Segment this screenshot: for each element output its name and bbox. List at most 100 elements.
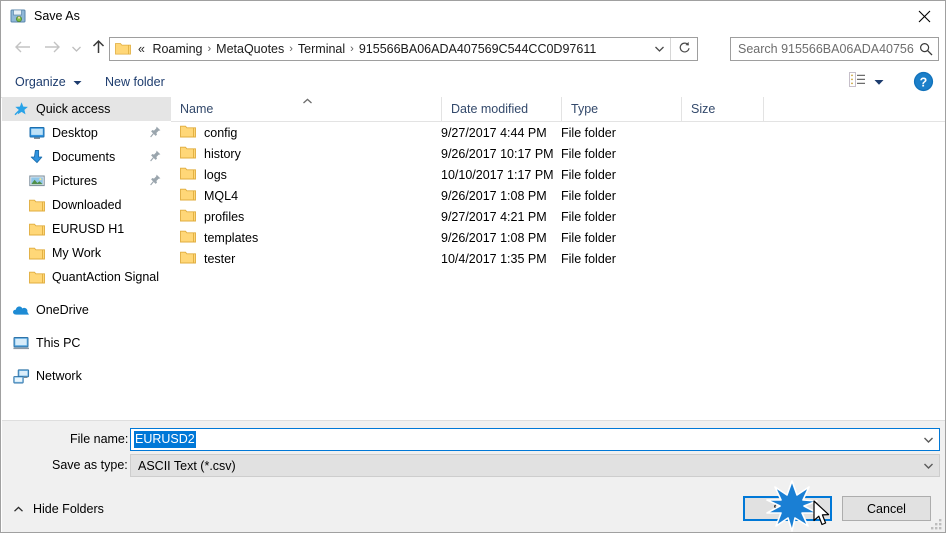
pin-icon[interactable] <box>150 126 161 141</box>
back-button[interactable] <box>9 35 35 63</box>
sidebar-item-eurusd-h1[interactable]: EURUSD H1 <box>2 217 171 241</box>
table-row[interactable]: tester 10/4/2017 1:35 PM File folder <box>171 248 945 269</box>
folder-icon <box>115 41 131 58</box>
table-row[interactable]: MQL4 9/26/2017 1:08 PM File folder <box>171 185 945 206</box>
column-header-name[interactable]: Name <box>171 97 441 121</box>
breadcrumb-item-roaming[interactable]: Roaming <box>148 40 206 58</box>
pin-icon[interactable] <box>150 174 161 189</box>
column-header-row: Name Date modified Type Size <box>171 97 945 122</box>
search-box[interactable]: Search 915566BA06ADA40756... <box>730 37 939 61</box>
folder-icon <box>28 244 46 262</box>
forward-button[interactable] <box>39 35 65 63</box>
sidebar-item-label: Downloaded <box>52 198 122 212</box>
sidebar-item-desktop[interactable]: Desktop <box>2 121 171 145</box>
sidebar-group-spacer <box>2 289 171 298</box>
sidebar-item-network[interactable]: Network <box>2 364 171 388</box>
file-date-cell: 9/27/2017 4:21 PM <box>441 209 547 224</box>
folder-icon <box>28 196 46 214</box>
command-bar: Organize New folder ? <box>1 67 945 98</box>
sidebar-item-downloaded[interactable]: Downloaded <box>2 193 171 217</box>
address-bar[interactable]: « Roaming › MetaQuotes › Terminal › 9155… <box>109 37 698 61</box>
sidebar-item-label: Network <box>36 369 82 383</box>
breadcrumb-overflow[interactable]: « <box>134 42 148 56</box>
navigation-pane: Quick access Desktop Documents Pictures Down… <box>2 97 172 420</box>
sidebar-item-onedrive[interactable]: OneDrive <box>2 298 171 322</box>
organize-button[interactable]: Organize <box>15 72 82 92</box>
organize-label: Organize <box>15 75 66 89</box>
hide-folders-label: Hide Folders <box>33 502 104 516</box>
file-type-cell: File folder <box>561 209 616 224</box>
table-row[interactable]: logs 10/10/2017 1:17 PM File folder <box>171 164 945 185</box>
save-button[interactable]: Save <box>743 496 832 521</box>
sidebar-item-label: OneDrive <box>36 303 89 317</box>
file-name-cell: logs <box>180 164 227 185</box>
new-folder-button[interactable]: New folder <box>105 72 165 92</box>
save-as-type-select[interactable]: ASCII Text (*.csv) <box>130 454 940 477</box>
column-label: Date modified <box>451 102 529 116</box>
network-icon <box>12 367 30 385</box>
search-input[interactable]: Search 915566BA06ADA40756... <box>731 42 914 56</box>
column-label: Name <box>180 102 214 116</box>
hide-folders-button[interactable]: Hide Folders <box>13 502 104 516</box>
title-bar: Save As <box>1 1 945 32</box>
sidebar-item-pictures[interactable]: Pictures <box>2 169 171 193</box>
sidebar-item-quantaction-signal[interactable]: QuantAction Signal <box>2 265 171 289</box>
column-header-type[interactable]: Type <box>561 97 681 121</box>
breadcrumb-item-terminal[interactable]: Terminal <box>294 40 349 58</box>
sidebar-item-label: Pictures <box>52 174 98 188</box>
file-type-cell: File folder <box>561 167 616 182</box>
file-name-text: logs <box>204 167 227 182</box>
table-row[interactable]: history 9/26/2017 10:17 PM File folder <box>171 143 945 164</box>
window-title: Save As <box>34 9 80 23</box>
file-name-input[interactable]: EURUSD2 <box>130 428 940 451</box>
cancel-button[interactable]: Cancel <box>842 496 931 521</box>
column-header-size[interactable]: Size <box>681 97 763 121</box>
view-list-icon <box>849 72 866 92</box>
chevron-down-icon[interactable] <box>918 436 939 444</box>
refresh-button[interactable] <box>670 38 697 60</box>
file-type-cell: File folder <box>561 251 616 266</box>
sidebar-group-spacer <box>2 355 171 364</box>
recent-locations-button[interactable] <box>67 35 85 63</box>
file-name-cell: history <box>180 143 241 164</box>
file-name-value: EURUSD2 <box>134 431 196 448</box>
file-date-cell: 9/26/2017 10:17 PM <box>441 146 554 161</box>
folder-icon <box>180 208 196 225</box>
change-view-button[interactable] <box>849 72 884 92</box>
chevron-down-icon <box>654 42 665 56</box>
file-list: Name Date modified Type Size config 9/27/… <box>171 97 945 420</box>
pc-icon <box>12 334 30 352</box>
column-header-date-modified[interactable]: Date modified <box>441 97 561 121</box>
breadcrumb-item-metaquotes[interactable]: MetaQuotes <box>212 40 288 58</box>
file-type-cell: File folder <box>561 188 616 203</box>
cloud-icon <box>12 301 30 319</box>
sidebar-item-this-pc[interactable]: This PC <box>2 331 171 355</box>
close-button[interactable] <box>901 1 945 31</box>
folder-icon <box>180 145 196 162</box>
up-button[interactable] <box>85 35 111 63</box>
table-row[interactable]: templates 9/26/2017 1:08 PM File folder <box>171 227 945 248</box>
file-type-cell: File folder <box>561 146 616 161</box>
sidebar-item-quick-access[interactable]: Quick access <box>2 97 171 121</box>
sidebar-item-label: EURUSD H1 <box>52 222 125 236</box>
close-icon <box>918 10 931 23</box>
file-date-cell: 10/4/2017 1:35 PM <box>441 251 547 266</box>
save-as-dialog: Save As « Roaming › MetaQuotes › Termina… <box>0 0 946 533</box>
monitor-icon <box>28 124 46 142</box>
sidebar-item-documents[interactable]: Documents <box>2 145 171 169</box>
sidebar-item-label: This PC <box>36 336 81 350</box>
address-dropdown-button[interactable] <box>648 38 670 60</box>
table-row[interactable]: config 9/27/2017 4:44 PM File folder <box>171 122 945 143</box>
picture-icon <box>28 172 46 190</box>
resize-grip[interactable] <box>930 518 943 531</box>
sidebar-item-my-work[interactable]: My Work <box>2 241 171 265</box>
breadcrumb-item-folder-id[interactable]: 915566BA06ADA407569C544CC0D97611 <box>355 40 600 58</box>
pin-icon[interactable] <box>150 150 161 165</box>
caret-down-icon <box>874 73 884 91</box>
help-button[interactable]: ? <box>913 71 934 92</box>
chevron-down-icon[interactable] <box>918 462 939 470</box>
file-name-cell: MQL4 <box>180 185 238 206</box>
table-row[interactable]: profiles 9/27/2017 4:21 PM File folder <box>171 206 945 227</box>
folder-icon <box>180 229 196 246</box>
caret-up-icon <box>13 502 24 516</box>
